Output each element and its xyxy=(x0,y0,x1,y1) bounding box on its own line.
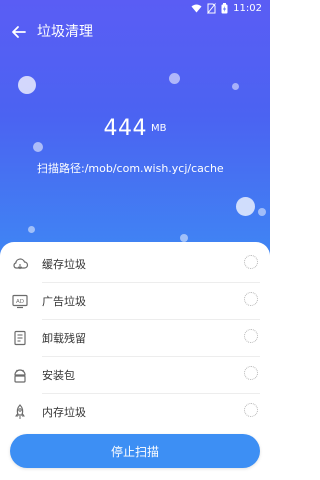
list-item-uninstall-residue[interactable]: 卸载残留 xyxy=(0,320,270,357)
scan-path: 扫描路径:/mob/com.wish.ycj/cache xyxy=(37,162,224,175)
status-time: 11:02 xyxy=(233,3,262,14)
list-item-ad-junk[interactable]: AD 广告垃圾 xyxy=(0,283,270,320)
stop-scan-button[interactable]: 停止扫描 xyxy=(10,434,260,468)
list-item-label: 缓存垃圾 xyxy=(42,258,86,271)
bubble-decoration xyxy=(28,226,35,233)
list-item-label: 安装包 xyxy=(42,369,75,382)
svg-text:AD: AD xyxy=(16,299,24,305)
android-package-icon xyxy=(14,369,26,383)
rocket-icon xyxy=(15,404,25,419)
bubble-decoration xyxy=(18,76,36,94)
app-bar: 垃圾清理 xyxy=(0,18,270,46)
bubble-decoration xyxy=(232,83,239,90)
arrow-left-icon xyxy=(12,26,26,38)
bubble-decoration xyxy=(33,142,43,152)
junk-size-value: 444 xyxy=(103,116,147,141)
wifi-icon xyxy=(191,4,202,13)
bubble-decoration xyxy=(169,73,180,84)
ad-icon: AD xyxy=(12,294,28,309)
list-item-memory-junk[interactable]: 内存垃圾 xyxy=(0,394,270,431)
scan-hero: 11:02 垃圾清理 444 MB 扫描路径:/mob/com.wish.ycj/… xyxy=(0,0,270,258)
loading-spinner-icon xyxy=(244,255,258,269)
list-item-label: 卸载残留 xyxy=(42,332,86,345)
no-sim-icon xyxy=(207,3,217,14)
list-item-label: 内存垃圾 xyxy=(42,406,86,419)
list-item-label: 广告垃圾 xyxy=(42,295,86,308)
battery-charging-icon xyxy=(221,3,228,14)
bubble-decoration xyxy=(180,234,188,242)
cloud-icon xyxy=(13,258,29,270)
uninstall-residue-icon xyxy=(14,330,26,346)
bubble-decoration xyxy=(236,197,255,216)
list-item-cache-junk[interactable]: 缓存垃圾 xyxy=(0,246,270,283)
loading-spinner-icon xyxy=(244,403,258,417)
bubble-decoration xyxy=(258,208,266,216)
loading-spinner-icon xyxy=(244,292,258,306)
loading-spinner-icon xyxy=(244,329,258,343)
list-item-install-package[interactable]: 安装包 xyxy=(0,357,270,394)
back-button[interactable] xyxy=(9,22,29,42)
junk-size-unit: MB xyxy=(151,123,167,134)
junk-size: 444 MB xyxy=(0,116,270,141)
page-title: 垃圾清理 xyxy=(37,24,93,40)
status-bar: 11:02 xyxy=(0,0,270,18)
loading-spinner-icon xyxy=(244,366,258,380)
